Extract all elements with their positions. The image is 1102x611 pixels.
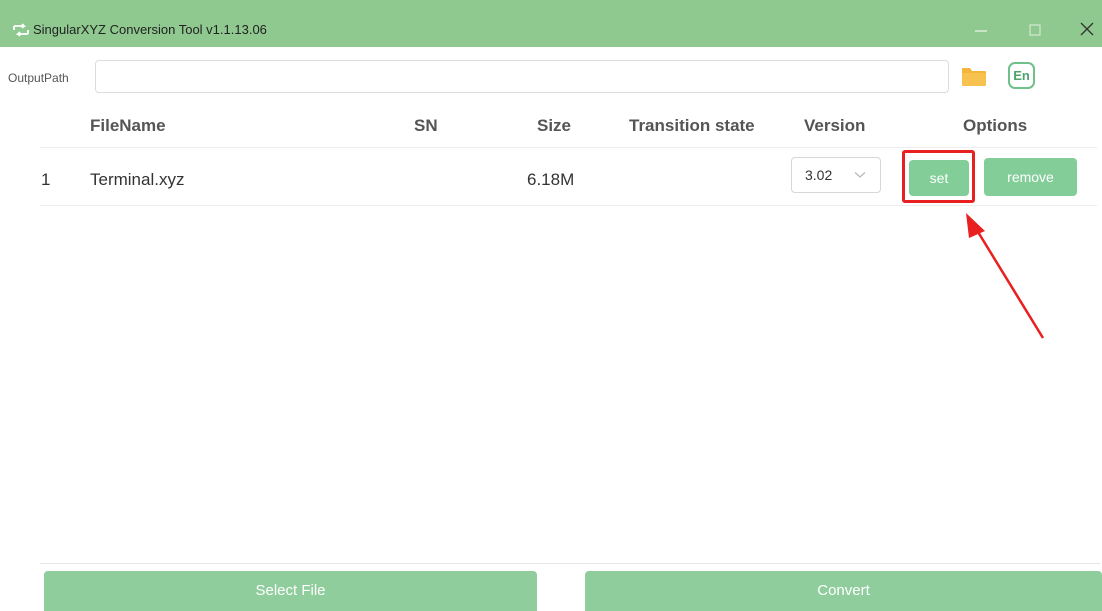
- chevron-down-icon: [854, 172, 866, 178]
- close-button[interactable]: [1064, 14, 1102, 44]
- column-header-version: Version: [804, 116, 866, 135]
- language-toggle-button[interactable]: En: [1008, 62, 1035, 89]
- column-header-size: Size: [537, 116, 572, 135]
- highlight-box: [902, 150, 975, 203]
- annotation-arrow-icon: [966, 213, 1045, 339]
- title-bar: SingularXYZ Conversion Tool v1.1.13.06: [0, 0, 1102, 47]
- select-file-button[interactable]: Select File: [44, 571, 537, 611]
- header-divider: [40, 147, 1097, 148]
- version-value: 3.02: [805, 167, 833, 183]
- output-path-label: OutputPath: [8, 71, 69, 85]
- minimize-button[interactable]: [958, 14, 1004, 44]
- close-icon: [1080, 22, 1094, 36]
- column-header-options: Options: [963, 116, 1028, 135]
- output-path-input[interactable]: [95, 60, 949, 93]
- footer-divider: [40, 563, 1100, 564]
- convert-arrows-icon: [13, 23, 29, 37]
- row-divider: [40, 205, 1097, 206]
- row-index: 1: [41, 170, 51, 189]
- folder-icon[interactable]: [961, 67, 987, 87]
- maximize-button[interactable]: [1012, 14, 1058, 44]
- remove-button[interactable]: remove: [984, 158, 1077, 196]
- convert-button[interactable]: Convert: [585, 571, 1102, 611]
- column-header-transition-state: Transition state: [629, 116, 755, 135]
- row-size: 6.18M: [527, 170, 575, 189]
- column-header-filename: FileName: [90, 116, 166, 135]
- column-header-sn: SN: [414, 116, 438, 135]
- window-title: SingularXYZ Conversion Tool v1.1.13.06: [33, 22, 267, 37]
- maximize-icon: [1029, 24, 1041, 36]
- row-filename: Terminal.xyz: [90, 170, 185, 189]
- version-select[interactable]: 3.02: [791, 157, 881, 193]
- minimize-icon: [975, 30, 987, 32]
